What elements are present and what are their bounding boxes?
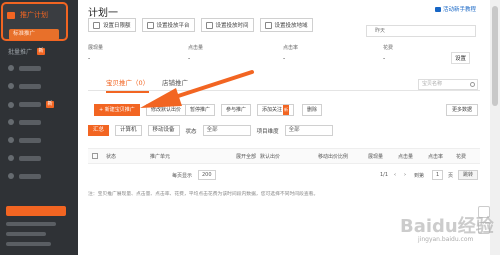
col-cost[interactable]: 花费 (456, 153, 466, 160)
set-time-button[interactable]: 设置投放时间 (200, 18, 254, 32)
watermark-logo: Baidu经验 (400, 216, 494, 237)
stat-clicks: 点击量 - (188, 45, 204, 62)
search-input[interactable]: 宝贝名称 (418, 79, 478, 90)
sidebar: 推广计划 标准推广 批量推广 新 新 (0, 0, 78, 255)
sidebar-item-blurred-7[interactable] (8, 173, 41, 179)
sidebar-footer-line (6, 222, 56, 226)
sidebar-item-batch[interactable]: 批量推广 新 (8, 47, 46, 56)
new-badge: 新 (46, 101, 54, 108)
menu-icon (8, 173, 14, 179)
help-link[interactable]: 活动新手教程 (434, 5, 476, 13)
sidebar-item-blurred-5[interactable] (8, 137, 41, 143)
col-expand[interactable]: 展开全部 (236, 153, 256, 160)
video-icon (434, 6, 441, 12)
stat-impressions: 展现量 - (88, 45, 104, 62)
tab-item-promotion[interactable]: 宝贝推广（0） (106, 77, 150, 93)
new-item-promo-button[interactable]: + 新建宝贝推广 (94, 104, 140, 116)
set-region-button[interactable]: 设置投放地域 (259, 18, 313, 32)
stat-cost: 花费 - (383, 45, 394, 62)
filter-summary[interactable]: 汇总 (88, 125, 110, 136)
filter-sort-label: 项目维度 (256, 128, 279, 135)
sidebar-item-blurred-1[interactable] (8, 65, 41, 71)
location-icon (264, 21, 272, 29)
sidebar-item-label: 推广计划 (20, 11, 48, 19)
stats-summary: 展现量 - 点击量 - 点击率 - 花费 - 设置 (88, 44, 470, 68)
col-status[interactable]: 状态 (106, 153, 116, 160)
sidebar-subitem-standard[interactable]: 标准推广 (9, 29, 59, 40)
sidebar-item-blurred-6[interactable] (8, 155, 41, 161)
date-range-select[interactable]: 昨天 (366, 25, 476, 37)
join-promo-button[interactable]: 参与推广 (221, 104, 252, 116)
sidebar-item-blurred-3[interactable]: 新 (8, 101, 54, 108)
col-unit: 推广单元 (150, 154, 171, 160)
add-follow-button[interactable]: 添加关注新 (257, 104, 295, 116)
page-range: 1/1 (380, 172, 389, 178)
pause-promo-button[interactable]: 暂停推广 (185, 104, 216, 116)
sidebar-active-section[interactable]: 推广计划 标准推广 (1, 2, 68, 41)
sidebar-item-blurred-2[interactable] (8, 83, 41, 89)
next-page-icon[interactable]: › (404, 172, 406, 178)
menu-icon (8, 155, 14, 161)
more-data-button[interactable]: 更多数据 (445, 104, 478, 116)
set-daily-limit-button[interactable]: 设置日限额 (88, 18, 136, 32)
menu-icon (8, 65, 14, 71)
plan-toolbar: 设置日限额 设置投放平台 设置投放时间 设置投放地域 (88, 18, 313, 32)
goto-button[interactable]: 跳转 (458, 170, 479, 180)
page-input[interactable]: 1 (432, 170, 444, 180)
clock-icon (205, 21, 213, 29)
per-page-label: 每页显示 (172, 173, 193, 179)
stats-settings-button[interactable]: 设置 (450, 52, 470, 64)
prev-page-icon[interactable]: ‹ (394, 172, 396, 178)
action-bar: + 新建宝贝推广 修改默认出价 暂停推广 参与推广 添加关注新 删除 (88, 104, 480, 118)
briefcase-icon (7, 11, 15, 19)
col-impressions[interactable]: 展现量 (368, 153, 383, 160)
menu-icon (8, 101, 14, 108)
calendar-icon (93, 21, 100, 29)
tab-shop-promotion[interactable]: 店铺推广 (162, 77, 188, 87)
per-page-select[interactable]: 200 (198, 170, 216, 180)
modify-bid-button[interactable]: 修改默认出价 (146, 104, 187, 116)
col-clicks[interactable]: 点击量 (398, 153, 413, 160)
select-all-checkbox[interactable] (92, 153, 98, 159)
col-ctr[interactable]: 点击率 (428, 153, 443, 160)
sidebar-footer-line (6, 242, 51, 246)
new-badge: 新 (37, 48, 46, 55)
goto-label: 到第 (414, 173, 425, 179)
sidebar-footer-line (6, 232, 46, 236)
search-icon (470, 82, 475, 87)
sort-select[interactable]: 全部 (284, 125, 333, 136)
filter-computer[interactable]: 计算机 (115, 125, 142, 136)
status-select[interactable]: 全部 (202, 125, 251, 136)
menu-icon (8, 119, 14, 125)
sidebar-item-label: 批量推广 (8, 49, 33, 56)
col-default-bid[interactable]: 默认出价 (260, 153, 280, 160)
footnote: 注：宝贝推广展现量、点击量、点击率、花费，平均点击花费为该时间段内数据，您可选择… (88, 192, 319, 197)
sidebar-promo-banner[interactable] (6, 206, 66, 216)
pagination: 每页显示 200 1/1 ‹ › 到第 1 页 跳转 (88, 170, 480, 184)
delete-button[interactable]: 删除 (302, 104, 323, 116)
menu-icon (8, 137, 14, 143)
filter-mobile[interactable]: 移动设备 (147, 125, 180, 136)
sidebar-item-promotion-plan[interactable]: 推广计划 (7, 10, 48, 20)
table-header: 状态 推广单元 展开全部 默认出价 移动出价比例 展现量 点击量 点击率 花费 (88, 148, 480, 164)
col-mobile-ratio[interactable]: 移动出价比例 (318, 153, 348, 160)
page-title: 计划一 (88, 8, 118, 19)
menu-icon (8, 83, 14, 89)
set-platform-button[interactable]: 设置投放平台 (141, 18, 195, 32)
scrollbar-thumb[interactable] (492, 6, 498, 106)
sidebar-item-blurred-4[interactable] (8, 119, 41, 125)
platform-icon (146, 21, 154, 29)
filter-bar: 汇总 计算机 移动设备 状态 全部 项目维度 全部 (88, 125, 333, 136)
filter-status-label: 状态 (185, 128, 197, 135)
stat-ctr: 点击率 - (283, 45, 299, 62)
page-unit: 页 (448, 173, 454, 179)
watermark-url: jingyan.baidu.com (418, 236, 474, 243)
